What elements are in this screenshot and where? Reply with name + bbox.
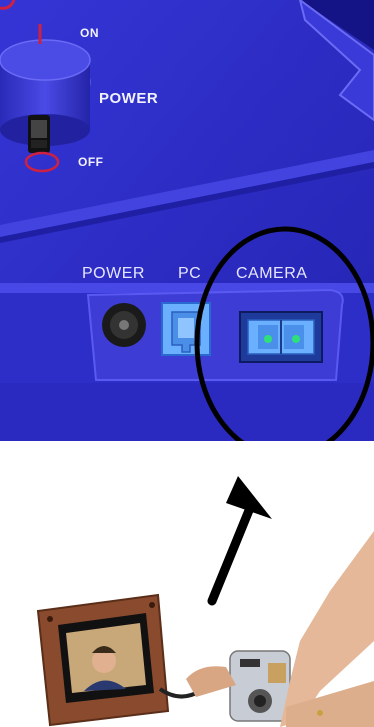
pc-port-label: PC bbox=[178, 265, 202, 282]
off-label: OFF bbox=[78, 155, 104, 169]
photo-area bbox=[36, 476, 374, 727]
camera-port bbox=[239, 311, 323, 363]
power-switch bbox=[0, 39, 91, 153]
device-panel bbox=[0, 0, 374, 441]
on-label: ON bbox=[80, 26, 99, 40]
camera-port-label: CAMERA bbox=[236, 265, 308, 282]
camera-port-led-right bbox=[292, 335, 300, 343]
power-jack bbox=[102, 303, 146, 347]
camera bbox=[229, 650, 291, 722]
callout-arrow bbox=[207, 476, 272, 606]
camera-port-led-left bbox=[264, 335, 272, 343]
power-port-label: POWER bbox=[82, 265, 145, 282]
power-switch-label: POWER bbox=[99, 90, 159, 107]
picture-frame bbox=[36, 593, 170, 727]
panel-bottom bbox=[0, 383, 374, 441]
